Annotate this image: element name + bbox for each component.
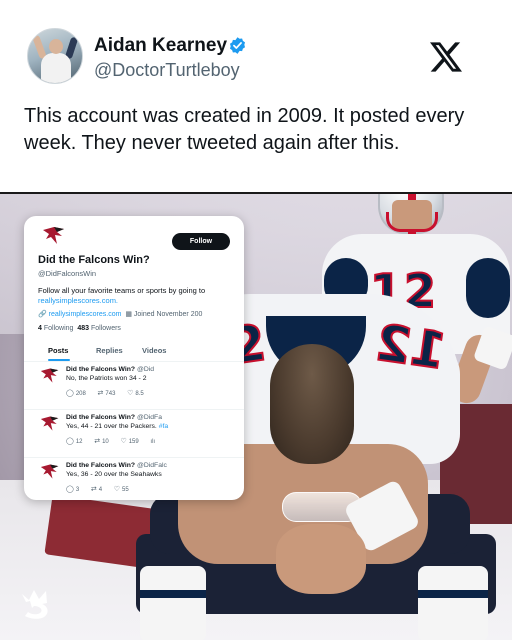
active-tab-indicator — [48, 359, 70, 361]
falcons-logo-icon — [43, 227, 64, 244]
reply-count[interactable]: ◯ 12 — [66, 437, 83, 445]
like-count[interactable]: ♡ 55 — [114, 485, 129, 493]
website-link[interactable]: reallysimplescores.com — [49, 311, 122, 318]
reply-icon: ◯ — [66, 438, 74, 445]
avatar[interactable] — [27, 28, 83, 84]
calendar-icon: ▦ — [125, 311, 132, 318]
hashtag-link[interactable]: #fa — [159, 423, 168, 430]
repost-count[interactable]: ⇄ 743 — [98, 389, 116, 397]
jersey-number-right: 12 — [371, 312, 450, 381]
face-mask — [386, 212, 438, 232]
bio-link[interactable]: reallysimplescores.com. — [38, 296, 118, 305]
clasped-hands — [276, 524, 366, 594]
falcons-logo-icon — [40, 416, 59, 431]
repost-icon: ⇄ — [94, 438, 101, 445]
repost-icon: ⇄ — [97, 390, 104, 397]
post-header: Did the Falcons Win? @DidFalc — [66, 462, 167, 469]
handle[interactable]: @DoctorTurtleboy — [94, 60, 240, 81]
reply-count[interactable]: ◯ 208 — [66, 389, 86, 397]
post-item[interactable]: Did the Falcons Win? @DidFa Yes, 44 - 21… — [24, 410, 244, 458]
post-stats: ◯ 3 ⇄ 4 ♡ 55 — [66, 485, 139, 493]
profile-name: Did the Falcons Win? — [38, 254, 150, 266]
sock-left — [140, 566, 206, 640]
reply-icon: ◯ — [66, 390, 74, 397]
verified-badge-icon — [229, 37, 246, 54]
x-logo-icon[interactable] — [430, 42, 462, 72]
post-header: Did the Falcons Win? @DidFa — [66, 414, 162, 421]
profile-bio: Follow all your favorite teams or sports… — [38, 286, 206, 305]
tweet-header: Aidan Kearney @DoctorTurtleboy This acco… — [0, 0, 512, 192]
profile-handle: @DidFalconsWin — [38, 269, 97, 278]
follow-counts: 4 Following 483 Followers — [38, 325, 121, 332]
post-text: No, the Patriots won 34 - 2 — [66, 375, 147, 382]
like-count[interactable]: ♡ 159 — [120, 437, 138, 445]
reply-count[interactable]: ◯ 3 — [66, 485, 79, 493]
tab-videos[interactable]: Videos — [142, 346, 166, 355]
player-head — [270, 344, 354, 464]
repost-count[interactable]: ⇄ 4 — [91, 485, 102, 493]
tab-replies[interactable]: Replies — [96, 346, 123, 355]
link-icon: 🔗 — [38, 311, 47, 318]
sock-right — [418, 566, 488, 640]
embedded-profile-card: Follow Did the Falcons Win? @DidFalconsW… — [24, 216, 244, 500]
follow-button[interactable]: Follow — [172, 233, 230, 250]
views-icon[interactable]: ılı — [150, 439, 155, 445]
repost-icon: ⇄ — [90, 486, 97, 493]
post-stats: ◯ 12 ⇄ 10 ♡ 159 ılı — [66, 437, 165, 445]
falcons-logo-icon — [40, 464, 59, 479]
heart-icon: ♡ — [127, 390, 134, 397]
tweet-text: This account was created in 2009. It pos… — [24, 105, 465, 154]
display-name[interactable]: Aidan Kearney — [94, 35, 227, 57]
draftkings-crown-icon — [22, 590, 48, 619]
heart-icon: ♡ — [120, 438, 127, 445]
post-item[interactable]: Did the Falcons Win? @Did No, the Patrio… — [24, 362, 244, 410]
heart-icon: ♡ — [113, 486, 121, 493]
post-item[interactable]: Did the Falcons Win? @DidFalc Yes, 36 - … — [24, 458, 244, 500]
like-count[interactable]: ♡ 8.5 — [127, 389, 144, 397]
post-text: Yes, 36 - 20 over the Seahawks — [66, 471, 162, 478]
falcons-logo-icon — [40, 368, 59, 383]
post-header: Did the Falcons Win? @Did — [66, 366, 155, 373]
profile-meta: 🔗 reallysimplescores.com ▦ Joined Novemb… — [38, 310, 202, 318]
joined-date: Joined November 200 — [133, 311, 203, 318]
repost-count[interactable]: ⇄ 10 — [94, 437, 109, 445]
tab-posts[interactable]: Posts — [48, 346, 68, 355]
post-text: Yes, 44 - 21 over the Packers. #fa — [66, 423, 169, 430]
reply-icon: ◯ — [66, 486, 74, 493]
post-stats: ◯ 208 ⇄ 743 ♡ 8.5 — [66, 389, 154, 397]
